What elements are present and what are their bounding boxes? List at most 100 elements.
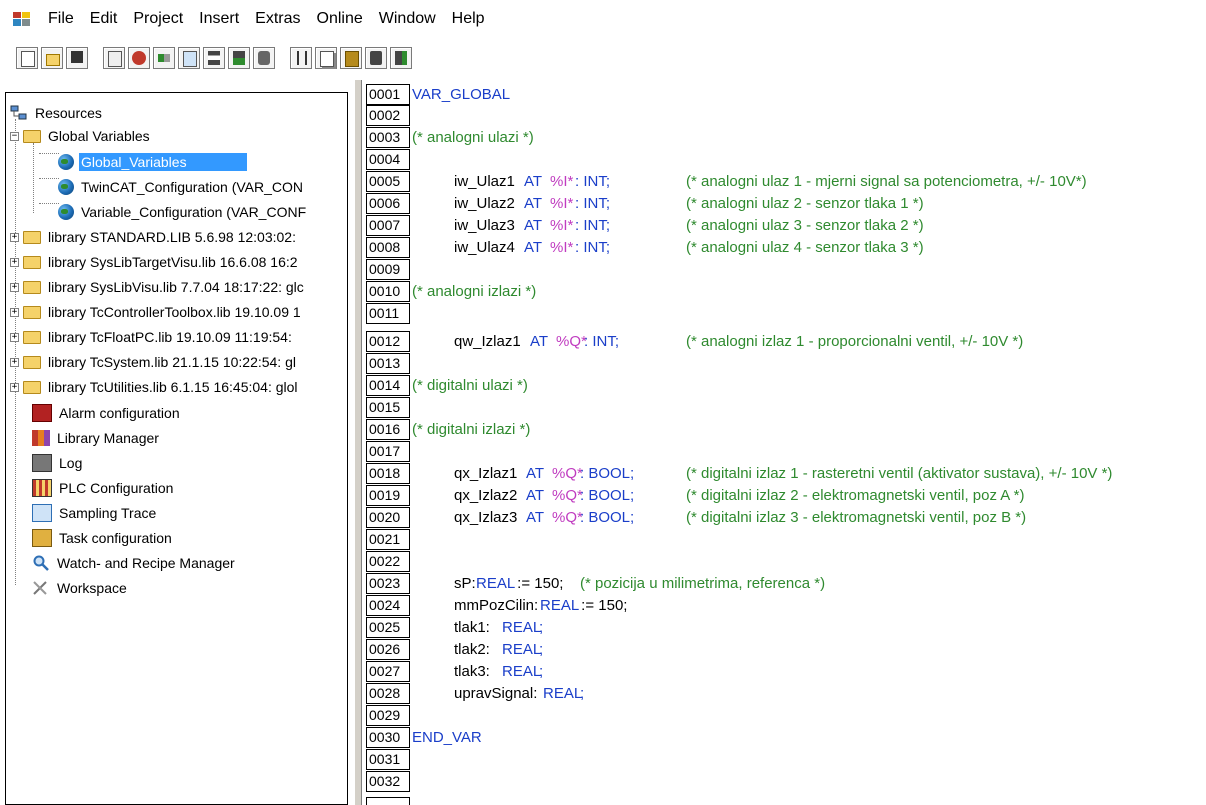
new-icon[interactable] [16, 47, 38, 69]
menu-edit[interactable]: Edit [82, 0, 126, 38]
tree-label: Resources [35, 105, 102, 121]
cut-icon[interactable] [290, 47, 312, 69]
var-name: qw_Izlaz1 [454, 332, 521, 350]
expand-icon[interactable]: + [10, 357, 19, 367]
menu-window[interactable]: Window [371, 0, 444, 38]
code-editor[interactable]: 0001 VAR_GLOBAL 0002 0003 (* analogni ulaz… [366, 80, 1206, 805]
code-comment: (* digitalni izlaz 3 - elektromagnetski … [686, 508, 1027, 526]
tree-item-resources[interactable]: Resources [10, 101, 104, 125]
var-at: AT [526, 486, 545, 504]
folder-icon [23, 380, 41, 394]
menu-bar: File Edit Project Insert Extras Online W… [0, 0, 1206, 38]
tree-item-task-configuration[interactable]: Task configuration [32, 526, 174, 550]
save-icon[interactable] [66, 47, 88, 69]
find-next-icon[interactable] [390, 47, 412, 69]
line-number: 0027 [366, 660, 410, 682]
var-type: REAL [502, 640, 542, 658]
alarm-icon [32, 404, 52, 422]
code-line: 0002 [366, 104, 410, 126]
tree-item-variable-configuration[interactable]: Variable_Configuration (VAR_CONF [58, 200, 308, 224]
tree-item-global-variables[interactable]: − Global Variables [10, 124, 152, 148]
tree-label: Watch- and Recipe Manager [57, 555, 235, 571]
tree-item-twincat-configuration[interactable]: TwinCAT_Configuration (VAR_CON [58, 175, 305, 199]
tree-item-library-manager[interactable]: Library Manager [32, 426, 161, 450]
tree-item-library[interactable]: + library SysLibVisu.lib 7.7.04 18:17:22… [10, 275, 306, 299]
expand-icon[interactable]: + [10, 332, 19, 342]
line-number: 0008 [366, 236, 410, 258]
code-comment: (* analogni ulaz 4 - senzor tlaka 3 *) [686, 238, 924, 256]
var-type: : INT; [584, 332, 620, 350]
stop-icon[interactable] [128, 47, 150, 69]
expand-icon[interactable]: + [10, 282, 19, 292]
tree-item-plc-configuration[interactable]: PLC Configuration [32, 476, 175, 500]
resources-tree[interactable]: Resources − Global Variables Global_Vari… [5, 92, 348, 805]
tree-item-library[interactable]: + library TcUtilities.lib 6.1.15 16:45:0… [10, 375, 300, 399]
tree-item-global-variables-list[interactable]: Global_Variables [58, 150, 247, 174]
menu-extras[interactable]: Extras [247, 0, 308, 38]
line-number: 0020 [366, 506, 410, 528]
folder-icon [23, 355, 41, 369]
panel-splitter[interactable] [354, 80, 362, 805]
code-comment: (* digitalni izlaz 2 - elektromagnetski … [686, 486, 1025, 504]
open-icon[interactable] [41, 47, 63, 69]
var-name: upravSignal: [454, 684, 538, 702]
code-line: 0027 tlak3: REAL ; [366, 660, 543, 682]
line-number: 0031 [366, 748, 410, 770]
code-comment: (* analogni izlaz 1 - proporcionalni ven… [686, 332, 1024, 350]
var-type: : BOOL; [580, 486, 635, 504]
var-semicolon: ; [580, 684, 585, 702]
library-manager-icon [32, 430, 50, 446]
var-type: REAL [502, 618, 542, 636]
tree-item-library[interactable]: + library STANDARD.LIB 5.6.98 12:03:02: [10, 225, 298, 249]
login-icon[interactable] [103, 47, 125, 69]
expand-icon[interactable]: + [10, 232, 19, 242]
tree-item-watch-recipe-manager[interactable]: Watch- and Recipe Manager [32, 551, 237, 575]
expand-icon[interactable]: + [10, 382, 19, 392]
menu-help[interactable]: Help [444, 0, 493, 38]
tree-label: Library Manager [57, 430, 159, 446]
expand-icon[interactable]: + [10, 307, 19, 317]
tree-item-library[interactable]: + library SysLibTargetVisu.lib 16.6.08 1… [10, 250, 300, 274]
var-at: AT [524, 238, 543, 256]
toolbar-online-group [103, 47, 278, 69]
menu-file[interactable]: File [40, 0, 82, 38]
tree-item-library[interactable]: + library TcControllerToolbox.lib 19.10.… [10, 300, 303, 324]
login2-icon[interactable] [228, 47, 250, 69]
tree-item-library[interactable]: + library TcSystem.lib 21.1.15 10:22:54:… [10, 350, 298, 374]
line-number: 0025 [366, 616, 410, 638]
step-icon[interactable] [153, 47, 175, 69]
declarations-icon[interactable] [178, 47, 200, 69]
copy-icon[interactable] [315, 47, 337, 69]
menu-project[interactable]: Project [125, 0, 191, 38]
tree-item-workspace[interactable]: Workspace [32, 576, 129, 600]
tree-item-alarm-configuration[interactable]: Alarm configuration [32, 401, 182, 425]
tree-item-log[interactable]: Log [32, 451, 84, 475]
watch-icon [32, 555, 50, 571]
folder-icon [23, 305, 41, 319]
menu-online[interactable]: Online [309, 0, 371, 38]
code-line: 0006 iw_Ulaz2 AT %I* : INT; (* analogni … [366, 192, 924, 214]
find-icon[interactable] [365, 47, 387, 69]
tree-item-sampling-trace[interactable]: Sampling Trace [32, 501, 158, 525]
line-number: 0004 [366, 148, 410, 170]
search-icon[interactable] [253, 47, 275, 69]
tree-label: library STANDARD.LIB 5.6.98 12:03:02: [48, 229, 296, 245]
line-number: 0017 [366, 440, 410, 462]
tree-item-library[interactable]: + library TcFloatPC.lib 19.10.09 11:19:5… [10, 325, 294, 349]
code-comment: (* analogni ulaz 3 - senzor tlaka 2 *) [686, 216, 924, 234]
code-line [366, 792, 410, 805]
menu-insert[interactable]: Insert [191, 0, 247, 38]
line-number: 0009 [366, 258, 410, 280]
collapse-icon[interactable]: − [10, 131, 19, 141]
var-semicolon: ; [539, 662, 544, 680]
var-address: %I* [550, 194, 574, 212]
breakpoint-icon[interactable] [203, 47, 225, 69]
paste-icon[interactable] [340, 47, 362, 69]
line-number: 0013 [366, 352, 410, 374]
var-address: %I* [550, 216, 574, 234]
code-comment: (* digitalni ulazi *) [412, 376, 528, 394]
expand-icon[interactable]: + [10, 257, 19, 267]
var-name: tlak3: [454, 662, 490, 680]
var-type: : BOOL; [580, 464, 635, 482]
line-number: 0002 [366, 104, 410, 126]
